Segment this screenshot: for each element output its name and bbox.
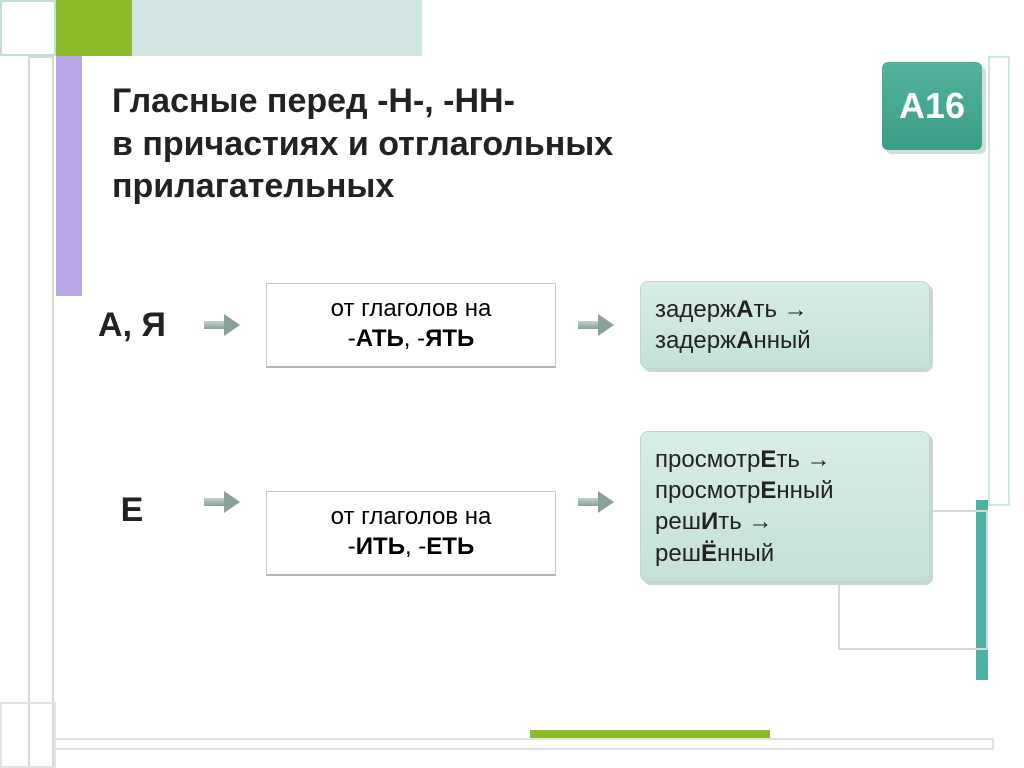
mid-line2-b2: ЯТЬ — [425, 325, 474, 352]
badge-label: А16 — [899, 85, 965, 127]
frame-decor — [530, 730, 770, 738]
letters-text: Е — [121, 491, 144, 529]
letters-text: А, Я — [98, 306, 166, 344]
title-card: Гласные перед -Н-, -НН- в причастиях и о… — [98, 70, 778, 220]
ex-text: просмотр — [655, 477, 760, 504]
frame-decor — [0, 0, 56, 56]
arrow-right-icon — [204, 491, 244, 513]
ex-highlight: Е — [760, 446, 776, 473]
rule-row-a-ya: А, Я от глаголов на -АТЬ, -ЯТЬ задержАть… — [82, 281, 982, 369]
mid-line2-mid: , - — [404, 325, 425, 352]
arrow-right-icon — [578, 314, 618, 336]
mid-line2-pre: - — [348, 533, 356, 560]
mid-line2-pre: - — [348, 325, 356, 352]
example-box: просмотрЕть → просмотрЕнный решИть → реш… — [640, 431, 930, 582]
verb-source-box: от глаголов на -ИТЬ, -ЕТЬ — [266, 491, 556, 576]
verb-source-box: от глаголов на -АТЬ, -ЯТЬ — [266, 283, 556, 368]
mid-line2-b2: ЕТЬ — [426, 533, 474, 560]
ex-text: ть → — [753, 296, 807, 323]
ex-text: ть → — [718, 508, 772, 535]
mid-line2-b1: АТЬ — [356, 325, 404, 352]
ex-text: задерж — [655, 296, 736, 323]
vowel-letters: А, Я — [82, 306, 182, 345]
ex-highlight: Е — [760, 477, 776, 504]
ex-highlight: А — [736, 327, 753, 354]
ex-text: реш — [655, 508, 701, 535]
frame-decor — [988, 56, 1010, 506]
question-badge: А16 — [882, 62, 982, 150]
ex-highlight: А — [736, 296, 753, 323]
ex-highlight: И — [701, 508, 718, 535]
ex-text: задерж — [655, 327, 736, 354]
mid-line1: от глаголов на — [331, 295, 492, 322]
ex-text: ть → — [776, 446, 830, 473]
slide-content: Гласные перед -Н-, -НН- в причастиях и о… — [82, 56, 982, 730]
rule-row-e: Е от глаголов на -ИТЬ, -ЕТЬ просмотрЕть … — [82, 461, 982, 582]
frame-decor — [56, 56, 82, 296]
ex-text: нный — [753, 327, 810, 354]
mid-line1: от глаголов на — [331, 503, 492, 530]
vowel-letters: Е — [82, 491, 182, 530]
frame-decor — [56, 0, 132, 56]
ex-text: реш — [655, 540, 701, 567]
ex-text: нный — [717, 540, 774, 567]
frame-decor — [132, 0, 422, 56]
example-box: задержАть → задержАнный — [640, 281, 930, 369]
slide-title: Гласные перед -Н-, -НН- в причастиях и о… — [112, 80, 764, 208]
frame-decor — [28, 56, 54, 768]
frame-decor — [0, 702, 56, 768]
arrow-right-icon — [578, 491, 618, 513]
ex-text: просмотр — [655, 446, 760, 473]
frame-decor — [54, 738, 994, 750]
arrow-right-icon — [204, 314, 244, 336]
ex-text: нный — [776, 477, 833, 504]
mid-line2-mid: , - — [405, 533, 426, 560]
ex-highlight: Ё — [701, 540, 717, 567]
mid-line2-b1: ИТЬ — [356, 533, 405, 560]
